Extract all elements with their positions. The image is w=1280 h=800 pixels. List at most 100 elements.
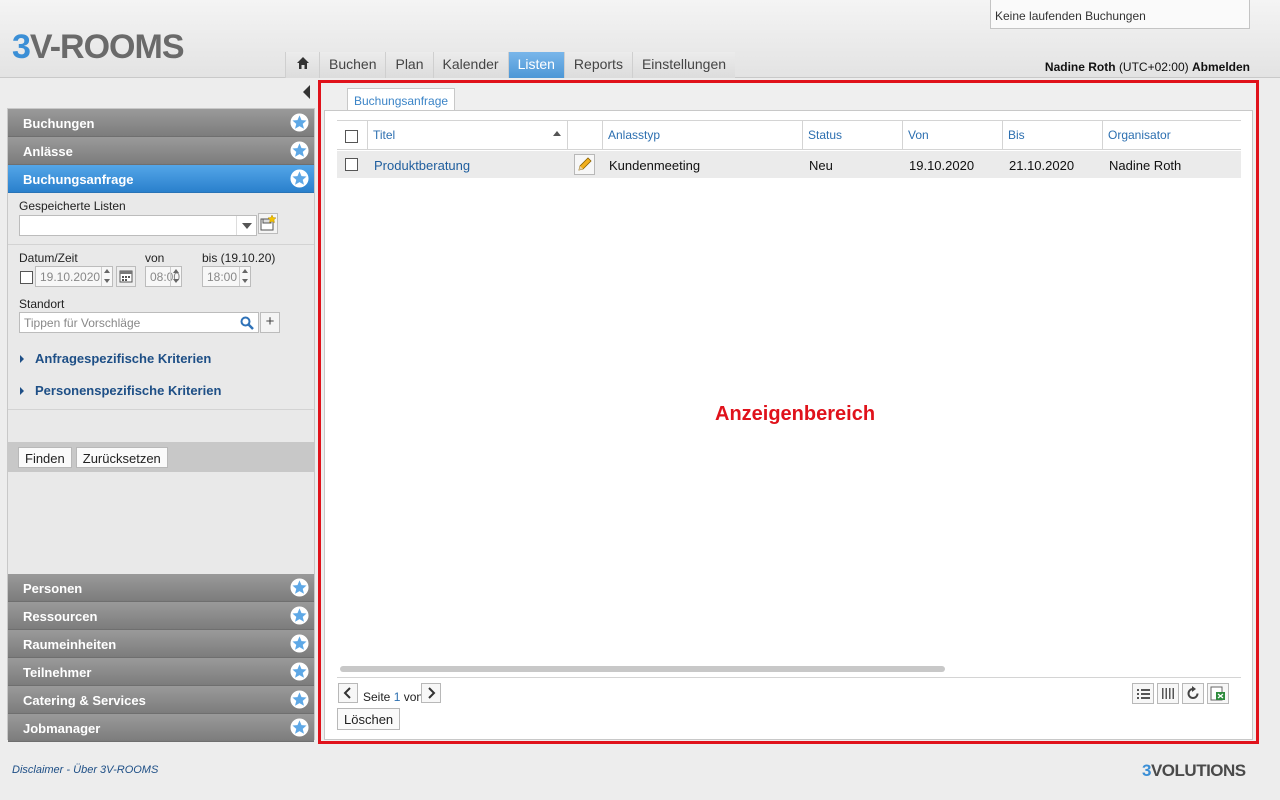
nav-listen[interactable]: Listen bbox=[507, 52, 564, 78]
column-header-bis[interactable]: Bis bbox=[1002, 121, 1102, 149]
to-time-spinner[interactable] bbox=[239, 267, 250, 286]
calendar-button[interactable] bbox=[116, 266, 136, 287]
display-area-label: Anzeigenbereich bbox=[715, 403, 876, 425]
expander-request-criteria[interactable]: Anfragespezifische Kriterien bbox=[8, 343, 314, 375]
saved-lists-select[interactable] bbox=[19, 215, 257, 236]
saved-lists-label: Gespeicherte Listen bbox=[19, 199, 126, 213]
grid-header: Titel Anlasstyp Status Von Bis Organisat… bbox=[337, 120, 1241, 150]
running-bookings-box[interactable]: Keine laufenden Buchungen bbox=[990, 0, 1250, 29]
column-header-status[interactable]: Status bbox=[802, 121, 902, 149]
chevron-down-icon[interactable] bbox=[236, 216, 256, 235]
favorite-star-icon[interactable] bbox=[290, 141, 309, 160]
favorite-star-icon[interactable] bbox=[290, 662, 309, 681]
pencil-icon bbox=[578, 157, 592, 171]
nav-reports[interactable]: Reports bbox=[563, 52, 632, 78]
from-time-field[interactable]: 08:00 bbox=[145, 266, 182, 287]
add-location-button[interactable]: + bbox=[260, 312, 280, 333]
date-spinner[interactable] bbox=[101, 267, 112, 286]
to-time-label: bis (19.10.20) bbox=[202, 251, 276, 265]
datetime-checkbox[interactable] bbox=[20, 271, 33, 284]
refresh-button[interactable] bbox=[1182, 683, 1204, 704]
running-bookings-text: Keine laufenden Buchungen bbox=[995, 9, 1146, 23]
reset-button[interactable]: Zurücksetzen bbox=[75, 447, 168, 468]
save-list-icon bbox=[260, 214, 277, 231]
favorite-star-icon[interactable] bbox=[290, 578, 309, 597]
section-raumeinheiten[interactable]: Raumeinheiten bbox=[8, 630, 314, 658]
location-input[interactable]: Tippen für Vorschläge bbox=[19, 312, 259, 333]
expander-person-criteria[interactable]: Personenspezifische Kriterien bbox=[8, 375, 314, 407]
favorite-star-icon[interactable] bbox=[290, 634, 309, 653]
list-view-icon bbox=[1137, 689, 1150, 699]
logout-link[interactable]: Abmelden bbox=[1192, 60, 1250, 74]
date-field[interactable]: 19.10.2020 bbox=[35, 266, 113, 287]
section-jobmanager[interactable]: Jobmanager bbox=[8, 714, 314, 742]
section-buchungsanfrage[interactable]: Buchungsanfrage bbox=[8, 165, 314, 193]
results-grid: Titel Anlasstyp Status Von Bis Organisat… bbox=[324, 110, 1253, 740]
column-header-anlasstyp[interactable]: Anlasstyp bbox=[602, 121, 802, 149]
pager-divider bbox=[337, 677, 1241, 678]
main-nav: Buchen Plan Kalender Listen Reports Eins… bbox=[285, 52, 736, 78]
location-label: Standort bbox=[19, 297, 65, 311]
section-ressourcen[interactable]: Ressourcen bbox=[8, 602, 314, 630]
nav-home[interactable] bbox=[285, 52, 319, 78]
find-button[interactable]: Finden bbox=[18, 447, 72, 468]
row-to-date: 21.10.2020 bbox=[1009, 158, 1075, 173]
excel-export-button[interactable] bbox=[1207, 683, 1229, 704]
select-all-checkbox[interactable] bbox=[345, 130, 358, 143]
row-organizer: Nadine Roth bbox=[1109, 158, 1182, 173]
section-catering[interactable]: Catering & Services bbox=[8, 686, 314, 714]
row-checkbox[interactable] bbox=[345, 158, 358, 171]
row-status: Neu bbox=[809, 158, 833, 173]
favorite-star-icon[interactable] bbox=[290, 113, 309, 132]
datetime-label: Datum/Zeit bbox=[19, 251, 78, 265]
section-personen[interactable]: Personen bbox=[8, 574, 314, 602]
column-header-von[interactable]: Von bbox=[902, 121, 1002, 149]
next-page-button[interactable] bbox=[421, 683, 441, 703]
sidebar: Buchungen Anlässe Buchungsanfrage Gespei… bbox=[7, 108, 315, 742]
column-header-organisator[interactable]: Organisator bbox=[1102, 121, 1241, 149]
horizontal-scrollbar[interactable] bbox=[340, 666, 945, 672]
list-view-button[interactable] bbox=[1132, 683, 1154, 704]
calendar-icon bbox=[119, 270, 133, 283]
column-header-titel[interactable]: Titel bbox=[367, 121, 567, 149]
collapse-sidebar-icon[interactable] bbox=[303, 85, 310, 99]
excel-export-icon bbox=[1210, 686, 1225, 701]
nav-einstellungen[interactable]: Einstellungen bbox=[631, 52, 736, 78]
app-logo: 3V-ROOMS bbox=[12, 28, 184, 66]
disclaimer-link[interactable]: Disclaimer bbox=[12, 764, 63, 776]
section-anlaesse[interactable]: Anlässe bbox=[8, 137, 314, 165]
delete-button[interactable]: Löschen bbox=[337, 708, 401, 730]
row-anlasstyp: Kundenmeeting bbox=[609, 158, 701, 173]
buchungsanfrage-panel: Gespeicherte Listen Datum/Zeit von bis (… bbox=[8, 193, 314, 574]
search-icon[interactable] bbox=[240, 316, 254, 330]
section-buchungen[interactable]: Buchungen bbox=[8, 109, 314, 137]
user-name: Nadine Roth bbox=[1044, 60, 1116, 74]
columns-button[interactable] bbox=[1157, 683, 1179, 704]
datetime-section: Datum/Zeit von bis (19.10.20) 19.10.2020… bbox=[8, 245, 314, 297]
from-time-spinner[interactable] bbox=[170, 267, 181, 286]
nav-kalender[interactable]: Kalender bbox=[432, 52, 508, 78]
user-timezone: (UTC+02:00) bbox=[1118, 60, 1189, 74]
edit-row-button[interactable] bbox=[574, 154, 595, 175]
from-time-label: von bbox=[145, 251, 165, 265]
favorite-star-icon[interactable] bbox=[290, 718, 309, 737]
current-page: 1 bbox=[393, 690, 401, 704]
nav-buchen[interactable]: Buchen bbox=[319, 52, 386, 78]
table-row[interactable]: Produktberatung Kundenmeeting Neu 19.10.… bbox=[337, 151, 1241, 178]
refresh-icon bbox=[1187, 686, 1199, 699]
favorite-star-icon[interactable] bbox=[290, 690, 309, 709]
home-icon bbox=[296, 57, 309, 69]
section-teilnehmer[interactable]: Teilnehmer bbox=[8, 658, 314, 686]
favorite-star-icon[interactable] bbox=[290, 606, 309, 625]
sort-ascending-icon bbox=[553, 131, 561, 136]
footer-links: Disclaimer - Über 3V-ROOMS bbox=[12, 764, 159, 776]
prev-page-button[interactable] bbox=[338, 683, 358, 703]
to-time-field[interactable]: 18:00 bbox=[202, 266, 251, 287]
nav-plan[interactable]: Plan bbox=[385, 52, 433, 78]
favorite-star-icon[interactable] bbox=[290, 169, 309, 188]
column-header-edit bbox=[567, 121, 602, 149]
row-title-link[interactable]: Produktberatung bbox=[369, 151, 470, 178]
chevron-right-icon bbox=[428, 687, 436, 699]
save-list-button[interactable] bbox=[258, 213, 278, 234]
about-link[interactable]: Über 3V-ROOMS bbox=[73, 764, 158, 776]
